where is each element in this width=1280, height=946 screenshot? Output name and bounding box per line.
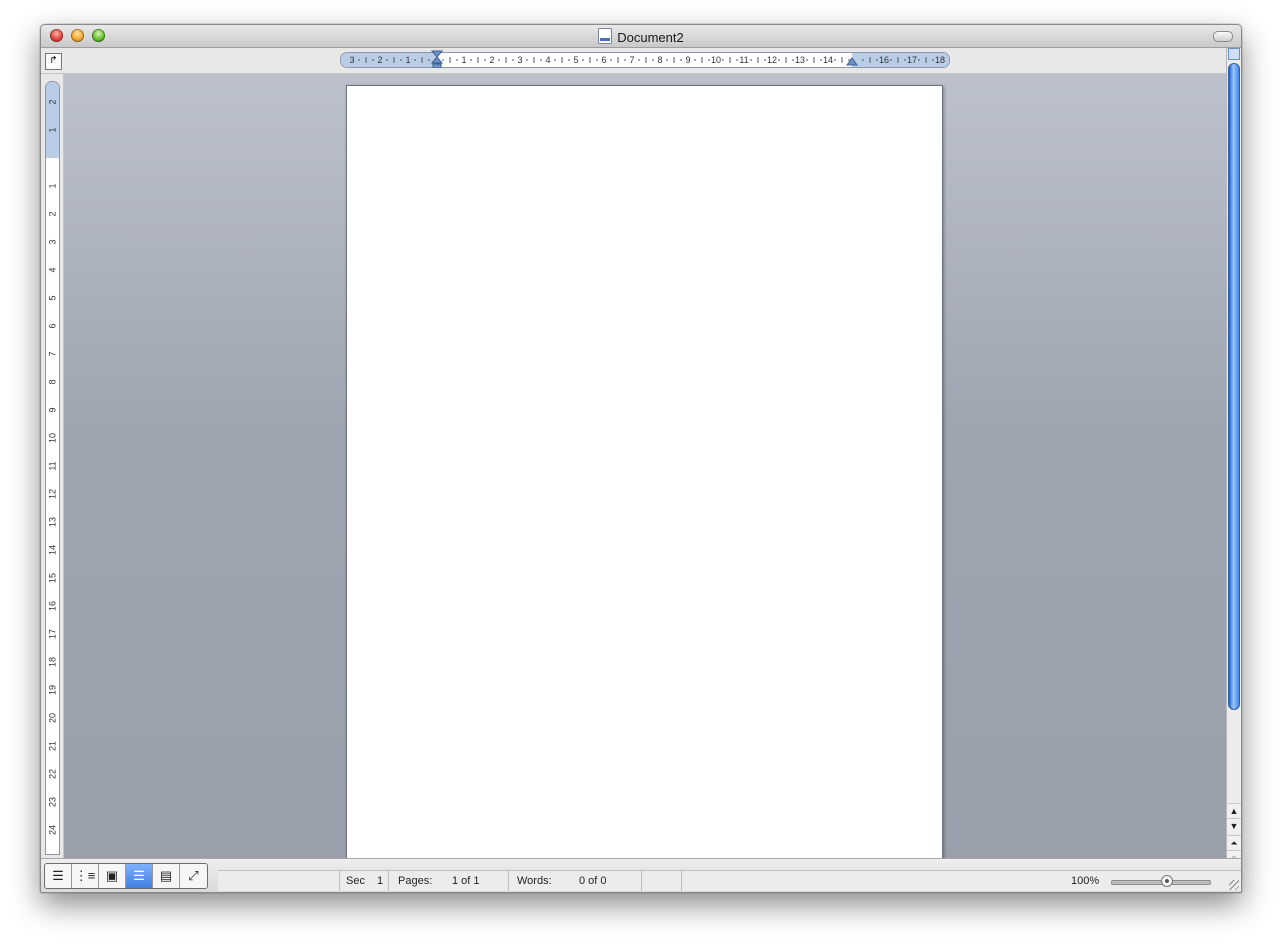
ruler-label: 14	[47, 545, 58, 556]
ruler-label: 16	[47, 601, 58, 612]
ruler-label: 17	[47, 629, 58, 640]
resize-grip[interactable]	[1229, 880, 1239, 890]
ruler-label: 21	[47, 741, 58, 752]
ruler-label: 4	[545, 55, 551, 65]
first-line-indent-marker[interactable]	[429, 50, 445, 68]
ruler-label: 3	[349, 55, 355, 65]
vertical-ruler-strip: 2 1 1 2 3 4 5 6 7 8 9 10 11 12 13 14 15 16 17 18 19 20 21 22 23 2…	[41, 74, 64, 859]
view-buttons: ☰ ⋮≡ ▣ ☰ ▤ ⤢	[44, 863, 208, 889]
section-label: Sec	[346, 875, 365, 887]
section-indicator[interactable]: Sec 1	[339, 871, 387, 891]
ruler-label: 8	[657, 55, 663, 65]
ruler-label: 7	[629, 55, 635, 65]
document-icon	[598, 28, 613, 44]
ruler-label: 24	[47, 825, 58, 836]
print-layout-view-icon[interactable]: ☰	[126, 864, 153, 888]
ruler-label: 5	[573, 55, 579, 65]
document-area[interactable]	[64, 74, 1226, 859]
ruler-label: 4	[47, 267, 58, 273]
word-count-indicator[interactable]: Words: 0 of 0	[508, 871, 642, 891]
ruler-label: 14	[822, 55, 834, 65]
document-page[interactable]	[346, 85, 943, 859]
ruler-label: 10	[47, 433, 58, 444]
outline-view-icon[interactable]: ⋮≡	[72, 864, 99, 888]
ruler-label: 11	[47, 461, 58, 471]
pages-label: Pages:	[398, 875, 433, 887]
tab-stop-icon[interactable]: ↱	[45, 53, 62, 70]
ruler-label: 1	[461, 55, 467, 65]
ruler-label: 11	[739, 55, 749, 65]
ruler-label: 7	[47, 351, 58, 357]
toolbar-toggle-button[interactable]	[1213, 31, 1233, 42]
status-bar: ☰ ⋮≡ ▣ ☰ ▤ ⤢ Sec 1 Pages: 1 of 1 Words: …	[41, 858, 1241, 892]
ruler-label: 18	[934, 55, 946, 65]
words-label: Words:	[517, 875, 552, 887]
ruler-label: 2	[47, 99, 58, 105]
ruler-top-margin	[46, 82, 59, 158]
right-indent-marker[interactable]	[846, 56, 858, 66]
ruler-label: 5	[47, 295, 58, 301]
scroll-up-arrow[interactable]: ▲	[1227, 803, 1241, 818]
ruler-label: 9	[47, 407, 58, 413]
section-value: 1	[377, 875, 384, 887]
zoom-slider-knob[interactable]	[1161, 875, 1173, 887]
scroll-down-arrow[interactable]: ▼	[1227, 818, 1241, 833]
pages-value: 1 of 1	[452, 875, 480, 887]
ruler-label: 1	[47, 183, 58, 189]
vertical-ruler[interactable]: 2 1 1 2 3 4 5 6 7 8 9 10 11 12 13 14 15 16 17 18 19 20 21 22 23 2…	[45, 81, 60, 855]
ruler-label: 1	[405, 55, 411, 65]
ruler-label: 17	[906, 55, 918, 65]
ruler-label: 15	[47, 573, 58, 584]
full-screen-view-icon[interactable]: ⤢	[180, 864, 207, 888]
words-value: 0 of 0	[579, 875, 607, 887]
page-count-indicator[interactable]: Pages: 1 of 1	[388, 871, 507, 891]
ruler-label: 12	[766, 55, 778, 65]
draft-view-icon[interactable]: ☰	[45, 864, 72, 888]
status-track: Sec 1 Pages: 1 of 1 Words: 0 of 0 100%	[218, 870, 1241, 891]
ruler-label: 6	[601, 55, 607, 65]
previous-page-button[interactable]: ⏶	[1227, 835, 1241, 850]
ruler-label: 6	[47, 323, 58, 329]
ruler-label: 23	[47, 797, 58, 808]
ruler-label: 2	[377, 55, 383, 65]
ruler-label: 9	[685, 55, 691, 65]
word-window: Document2 ↱ 3 2 1 1 2 3 4 5 6 7 8 9 10 11 12 13 14 16 17 18…	[40, 24, 1242, 893]
ruler-label: 16	[878, 55, 890, 65]
ruler-label: 12	[47, 489, 58, 500]
window-title-container: Document2	[41, 28, 1241, 45]
status-spacer	[681, 871, 1042, 891]
ruler-label: 18	[47, 657, 58, 668]
title-bar[interactable]: Document2	[41, 25, 1241, 48]
ruler-label: 2	[47, 211, 58, 217]
ruler-label: 8	[47, 379, 58, 385]
ruler-label: 10	[710, 55, 722, 65]
ruler-label: 3	[517, 55, 523, 65]
ruler-label: 13	[47, 517, 58, 528]
zoom-level: 100%	[1071, 875, 1100, 887]
ruler-label: 2	[489, 55, 495, 65]
ruler-label: 20	[47, 713, 58, 724]
window-title: Document2	[617, 30, 684, 45]
ruler-label: 19	[47, 685, 58, 696]
horizontal-ruler-strip: ↱ 3 2 1 1 2 3 4 5 6 7 8 9 10 11 12 13 14 16 17 18	[41, 48, 1227, 74]
ruler-label: 3	[47, 239, 58, 245]
vertical-scrollbar[interactable]: ▲ ▼ ⏶ ○ ⏷	[1226, 48, 1241, 880]
notebook-layout-view-icon[interactable]: ▤	[153, 864, 180, 888]
scroll-thumb[interactable]	[1228, 63, 1240, 710]
publishing-layout-view-icon[interactable]: ▣	[99, 864, 126, 888]
ruler-label: 1	[47, 127, 58, 133]
ruler-label: 13	[794, 55, 806, 65]
spelling-status-indicator[interactable]	[641, 871, 682, 891]
split-view-button[interactable]	[1228, 48, 1240, 60]
ruler-label: 22	[47, 769, 58, 780]
